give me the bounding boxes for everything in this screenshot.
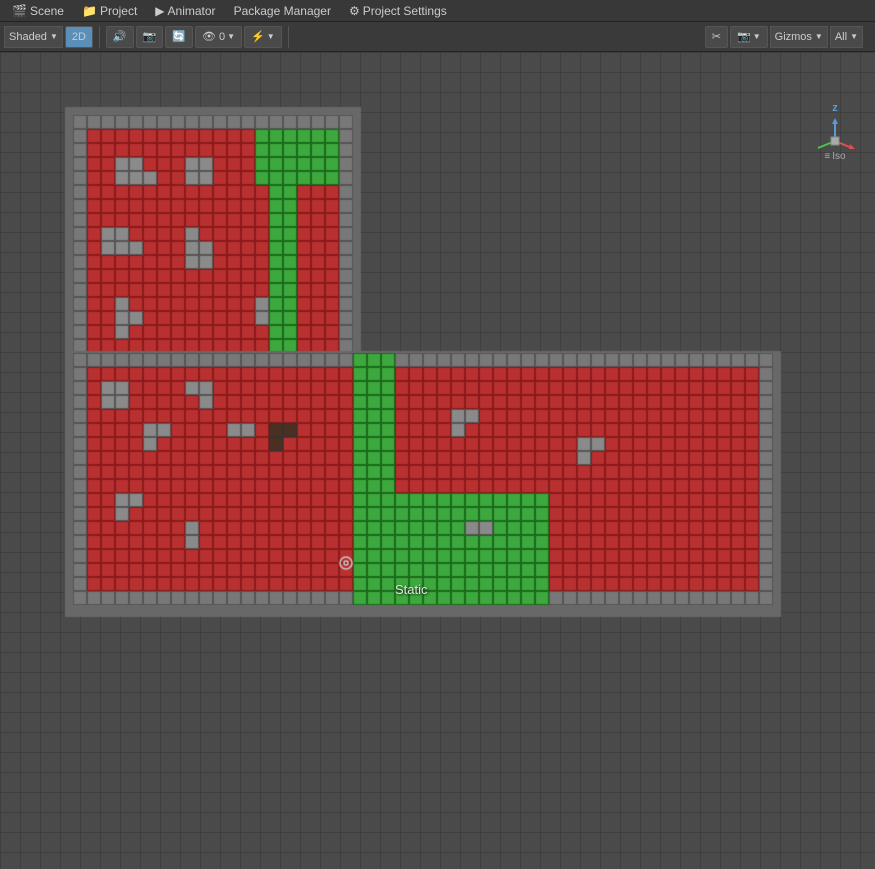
camera-button[interactable]: 📷 xyxy=(136,26,164,48)
scene-icon: 🎬 xyxy=(12,4,27,18)
menu-project[interactable]: 📁 Project xyxy=(74,2,145,20)
effects-button[interactable]: 🔄 xyxy=(165,26,193,48)
gizmo-widget: z ≡ Iso xyxy=(805,102,865,162)
layers-button[interactable]: 👁 0 ▼ xyxy=(195,26,242,48)
project-icon: 📁 xyxy=(82,4,97,18)
audio-button[interactable]: 🔊 xyxy=(106,26,134,48)
scissors-button[interactable]: ✂ xyxy=(705,26,728,48)
gizmo-z-label: z xyxy=(832,102,838,114)
scene-viewport[interactable]: Static z ≡ Iso xyxy=(0,52,875,869)
toolbar: Shaded ▼ 2D 🔊 📷 🔄 👁 0 ▼ ⚡ ▼ ✂ 📷 ▼ Gizmos… xyxy=(0,22,875,52)
lightning-button[interactable]: ⚡ ▼ xyxy=(244,26,282,48)
menu-scene[interactable]: 🎬 Scene xyxy=(4,2,72,20)
animator-icon: ▶ xyxy=(155,4,164,18)
2d-mode-button[interactable]: 2D xyxy=(65,26,93,48)
gizmo-axes-svg[interactable] xyxy=(810,116,860,149)
toolbar-mode-group: Shaded ▼ 2D xyxy=(4,26,100,48)
menu-bar: 🎬 Scene 📁 Project ▶ Animator Package Man… xyxy=(0,0,875,22)
chevron-down-icon: ▼ xyxy=(50,32,58,41)
layers-dropdown[interactable]: All ▼ xyxy=(830,26,863,48)
shading-mode-dropdown[interactable]: Shaded ▼ xyxy=(4,26,63,48)
menu-package-manager[interactable]: Package Manager xyxy=(226,2,339,20)
gizmos-dropdown[interactable]: Gizmos ▼ xyxy=(770,26,828,48)
gizmo-iso-label: ≡ Iso xyxy=(824,151,845,162)
camera-mode-button[interactable]: 📷 ▼ xyxy=(730,26,768,48)
tile-map-canvas xyxy=(0,52,875,869)
menu-animator[interactable]: ▶ Animator xyxy=(147,2,223,20)
menu-project-settings[interactable]: ⚙ Project Settings xyxy=(341,2,455,20)
gear-icon: ⚙ xyxy=(349,4,360,18)
toolbar-controls-group: 🔊 📷 🔄 👁 0 ▼ ⚡ ▼ xyxy=(106,26,289,48)
toolbar-right-group: ✂ 📷 ▼ Gizmos ▼ All ▼ xyxy=(705,26,869,48)
